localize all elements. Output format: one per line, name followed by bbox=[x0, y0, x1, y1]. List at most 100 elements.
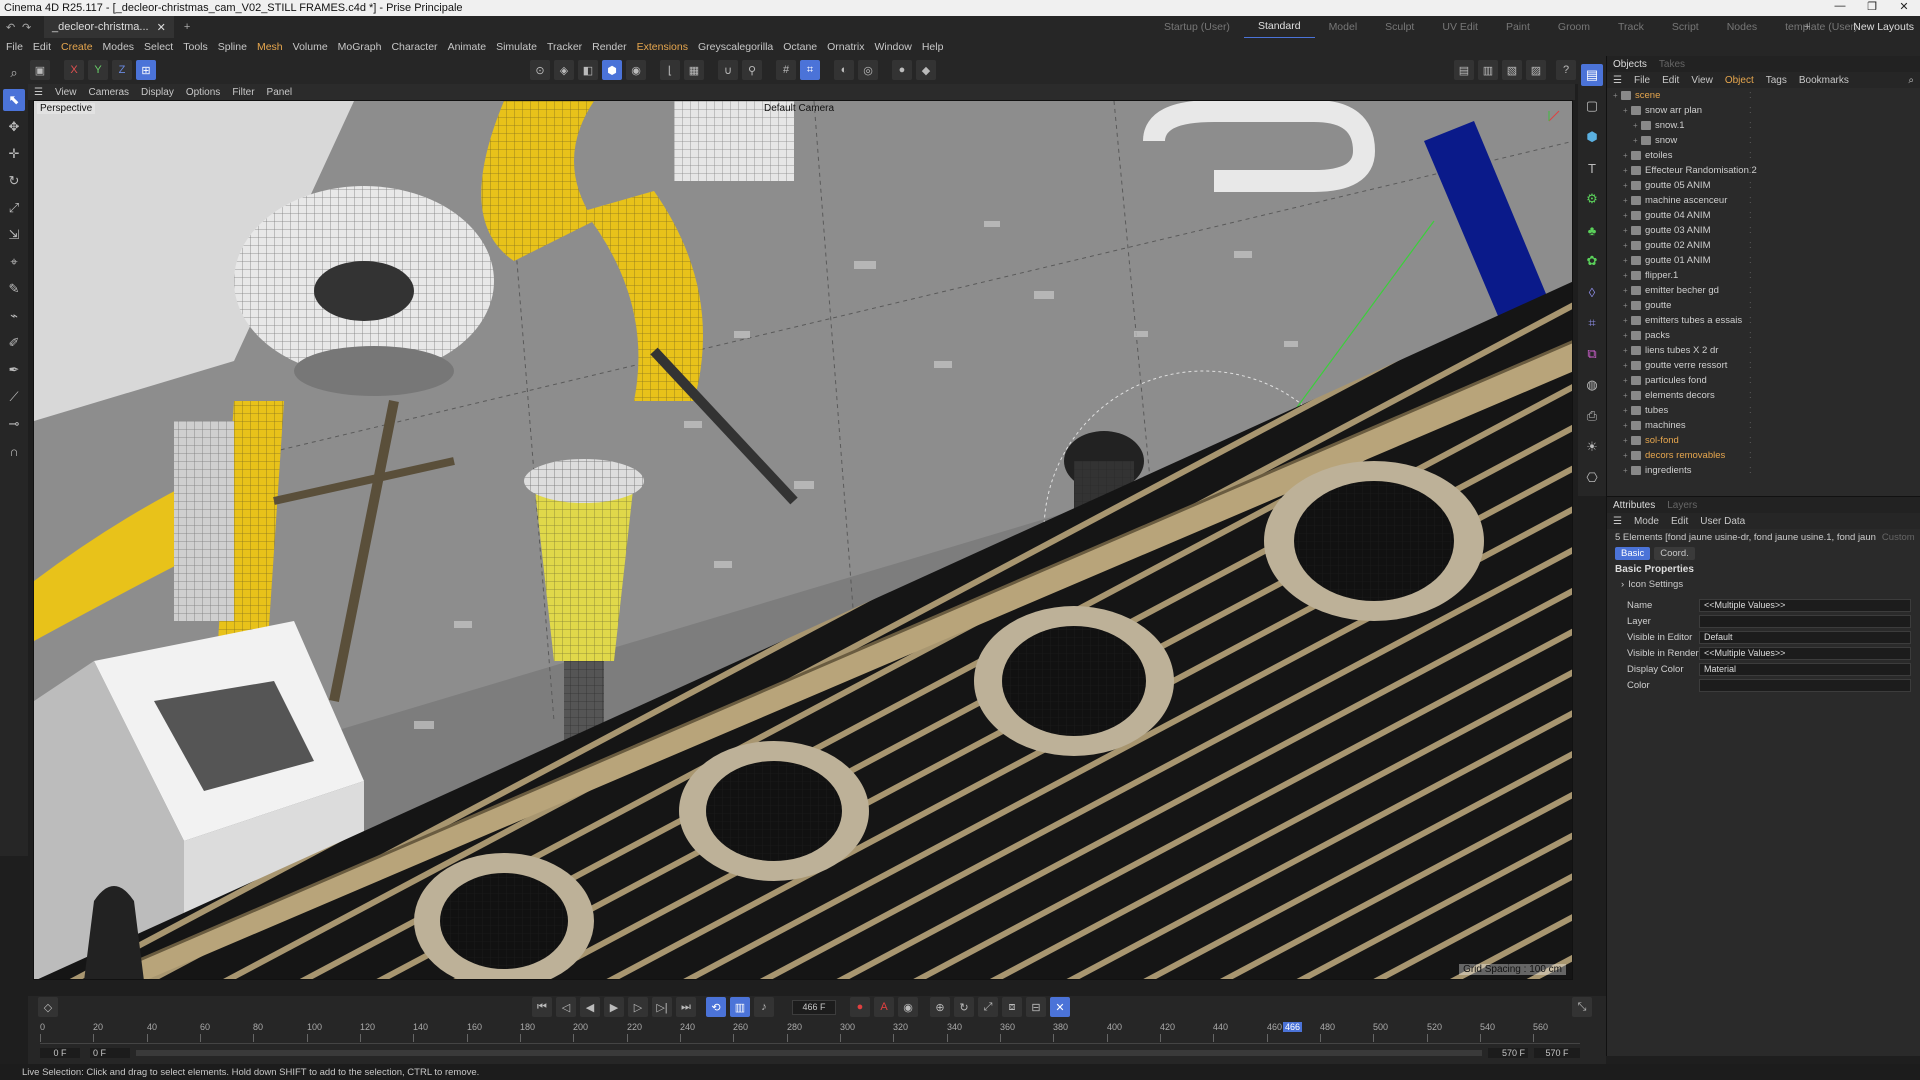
menu-item[interactable]: Greyscalegorilla bbox=[698, 41, 773, 53]
scene-icon[interactable]: ⎔ bbox=[1581, 467, 1603, 489]
menu-item[interactable]: MoGraph bbox=[338, 41, 382, 53]
object-row[interactable]: + machine ascenceur ⁚ bbox=[1607, 193, 1920, 208]
layout-tab[interactable]: UV Edit bbox=[1428, 16, 1492, 38]
grid-icon[interactable]: # bbox=[776, 60, 796, 80]
object-row[interactable]: + flipper.1 ⁚ bbox=[1607, 268, 1920, 283]
snap-settings-icon[interactable]: ⚲ bbox=[742, 60, 762, 80]
points-mode-icon[interactable]: ⊙ bbox=[530, 60, 550, 80]
polygons-mode-icon[interactable]: ◧ bbox=[578, 60, 598, 80]
property-value[interactable]: Default bbox=[1699, 630, 1911, 644]
effector-icon[interactable]: ✿ bbox=[1581, 250, 1603, 272]
object-row[interactable]: + snow ⁚ bbox=[1607, 133, 1920, 148]
object-row[interactable]: + sol-fond ⁚ bbox=[1607, 433, 1920, 448]
visibility-dots-icon[interactable]: ⁚ bbox=[1749, 361, 1761, 370]
menu-item[interactable]: Render bbox=[592, 41, 626, 53]
transform-tool-icon[interactable]: ⇲ bbox=[3, 224, 25, 246]
text-spline-icon[interactable]: T bbox=[1581, 157, 1603, 179]
knife-icon[interactable]: ⟋ bbox=[3, 386, 25, 408]
object-row[interactable]: + emitters tubes a essais ⁚ bbox=[1607, 313, 1920, 328]
visibility-dots-icon[interactable]: ⁚ bbox=[1749, 451, 1761, 460]
new-layouts-button[interactable]: New Layouts bbox=[1853, 16, 1914, 38]
object-row[interactable]: + goutte ⁚ bbox=[1607, 298, 1920, 313]
axis-z-button[interactable]: Z bbox=[112, 60, 132, 80]
maximize-button[interactable]: ❐ bbox=[1856, 0, 1888, 16]
key-selection-icon[interactable]: ◉ bbox=[898, 997, 918, 1017]
go-to-start-icon[interactable]: ⏮ bbox=[532, 997, 552, 1017]
model-mode-icon[interactable]: ▣ bbox=[30, 60, 50, 80]
icon-settings-toggle[interactable]: › Icon Settings bbox=[1607, 577, 1920, 591]
object-row[interactable]: + goutte 03 ANIM ⁚ bbox=[1607, 223, 1920, 238]
preview-start-field[interactable]: 0 F bbox=[90, 1048, 130, 1058]
object-row[interactable]: + scene ⁚ bbox=[1607, 88, 1920, 103]
visibility-dots-icon[interactable]: ⁚ bbox=[1749, 211, 1761, 220]
visibility-dots-icon[interactable]: ⁚ bbox=[1749, 91, 1761, 100]
expand-icon[interactable]: + bbox=[1623, 181, 1631, 190]
viewport-3d[interactable]: Perspective Default Camera Grid Spacing … bbox=[33, 100, 1573, 980]
add-tab-icon[interactable]: + bbox=[184, 21, 190, 33]
expand-icon[interactable]: + bbox=[1623, 166, 1631, 175]
expand-icon[interactable]: + bbox=[1623, 271, 1631, 280]
object-row[interactable]: + liens tubes X 2 dr ⁚ bbox=[1607, 343, 1920, 358]
object-row[interactable]: + elements decors ⁚ bbox=[1607, 388, 1920, 403]
next-key-icon[interactable]: ▷| bbox=[652, 997, 672, 1017]
visibility-dots-icon[interactable]: ⁚ bbox=[1749, 106, 1761, 115]
record-icon[interactable]: ● bbox=[850, 997, 870, 1017]
menu-item[interactable]: Ornatrix bbox=[827, 41, 864, 53]
menu-item[interactable]: Volume bbox=[293, 41, 328, 53]
keyframe-diamond-icon[interactable]: ◇ bbox=[38, 997, 58, 1017]
preview-end-field[interactable]: 570 F bbox=[1488, 1048, 1528, 1058]
workplane-icon[interactable]: ⌊ bbox=[660, 60, 680, 80]
tab-coord[interactable]: Coord. bbox=[1654, 546, 1695, 560]
expand-icon[interactable]: + bbox=[1623, 211, 1631, 220]
playhead-label[interactable]: 466 bbox=[1283, 1022, 1303, 1032]
visibility-dots-icon[interactable]: ⁚ bbox=[1749, 241, 1761, 250]
go-to-end-icon[interactable]: ⏭ bbox=[676, 997, 696, 1017]
object-row[interactable]: + machines ⁚ bbox=[1607, 418, 1920, 433]
next-frame-icon[interactable]: ▷ bbox=[628, 997, 648, 1017]
field-icon[interactable]: ⌗ bbox=[1581, 312, 1603, 334]
object-row[interactable]: + goutte 04 ANIM ⁚ bbox=[1607, 208, 1920, 223]
menu-item[interactable]: Tools bbox=[183, 41, 208, 53]
object-row[interactable]: + etoiles ⁚ bbox=[1607, 148, 1920, 163]
cube-primitive-icon[interactable]: ▢ bbox=[1581, 95, 1603, 117]
object-row[interactable]: + emitter becher gd ⁚ bbox=[1607, 283, 1920, 298]
snap-icon[interactable]: ∪ bbox=[718, 60, 738, 80]
visibility-dots-icon[interactable]: ⁚ bbox=[1749, 256, 1761, 265]
axis-x-button[interactable]: X bbox=[64, 60, 84, 80]
spline-pen-icon[interactable]: ✎ bbox=[3, 278, 25, 300]
viewport-menu-item[interactable]: View bbox=[55, 87, 77, 98]
measure-icon[interactable]: ⊸ bbox=[3, 413, 25, 435]
add-layout-icon[interactable]: + bbox=[1804, 21, 1810, 33]
object-row[interactable]: + tubes ⁚ bbox=[1607, 403, 1920, 418]
attributes-menu-item[interactable]: Edit bbox=[1671, 516, 1688, 527]
timeline-ruler[interactable]: 0 20 40 60 80 100 120 140 160 180 200 220 240 260 280 3… bbox=[40, 1020, 1580, 1044]
axis-y-button[interactable]: Y bbox=[88, 60, 108, 80]
visibility-dots-icon[interactable]: ⁚ bbox=[1749, 376, 1761, 385]
expand-icon[interactable]: + bbox=[1623, 286, 1631, 295]
viewport-menu-item[interactable]: Filter bbox=[232, 87, 254, 98]
uv-mode-icon[interactable]: ◉ bbox=[626, 60, 646, 80]
paint-icon[interactable]: ✐ bbox=[3, 332, 25, 354]
menu-item[interactable]: Simulate bbox=[496, 41, 537, 53]
play-icon[interactable]: ▶ bbox=[604, 997, 624, 1017]
menu-item[interactable]: Edit bbox=[33, 41, 51, 53]
objects-menu-item[interactable]: Bookmarks bbox=[1799, 75, 1849, 86]
document-tab[interactable]: _decleor-christma... ✕ bbox=[44, 16, 174, 38]
menu-item[interactable]: Animate bbox=[448, 41, 487, 53]
object-row[interactable]: + particules fond ⁚ bbox=[1607, 373, 1920, 388]
expand-icon[interactable]: + bbox=[1623, 451, 1631, 460]
object-row[interactable]: + goutte 01 ANIM ⁚ bbox=[1607, 253, 1920, 268]
move-selection-icon[interactable]: ✥ bbox=[3, 116, 25, 138]
visibility-dots-icon[interactable]: ⁚ bbox=[1749, 331, 1761, 340]
viewport-menu-item[interactable]: Cameras bbox=[88, 87, 129, 98]
object-row[interactable]: + goutte verre ressort ⁚ bbox=[1607, 358, 1920, 373]
expand-icon[interactable]: + bbox=[1623, 346, 1631, 355]
close-button[interactable]: ✕ bbox=[1888, 0, 1920, 16]
close-tab-icon[interactable]: ✕ bbox=[157, 21, 166, 34]
sketch-icon[interactable]: ✒ bbox=[3, 359, 25, 381]
preview-range-icon[interactable]: ▥ bbox=[730, 997, 750, 1017]
magnet-icon[interactable]: ∩ bbox=[3, 440, 25, 462]
attributes-tab[interactable]: Layers bbox=[1667, 500, 1697, 511]
menu-item[interactable]: Mesh bbox=[257, 41, 283, 53]
layout-tab[interactable]: Sculpt bbox=[1371, 16, 1428, 38]
